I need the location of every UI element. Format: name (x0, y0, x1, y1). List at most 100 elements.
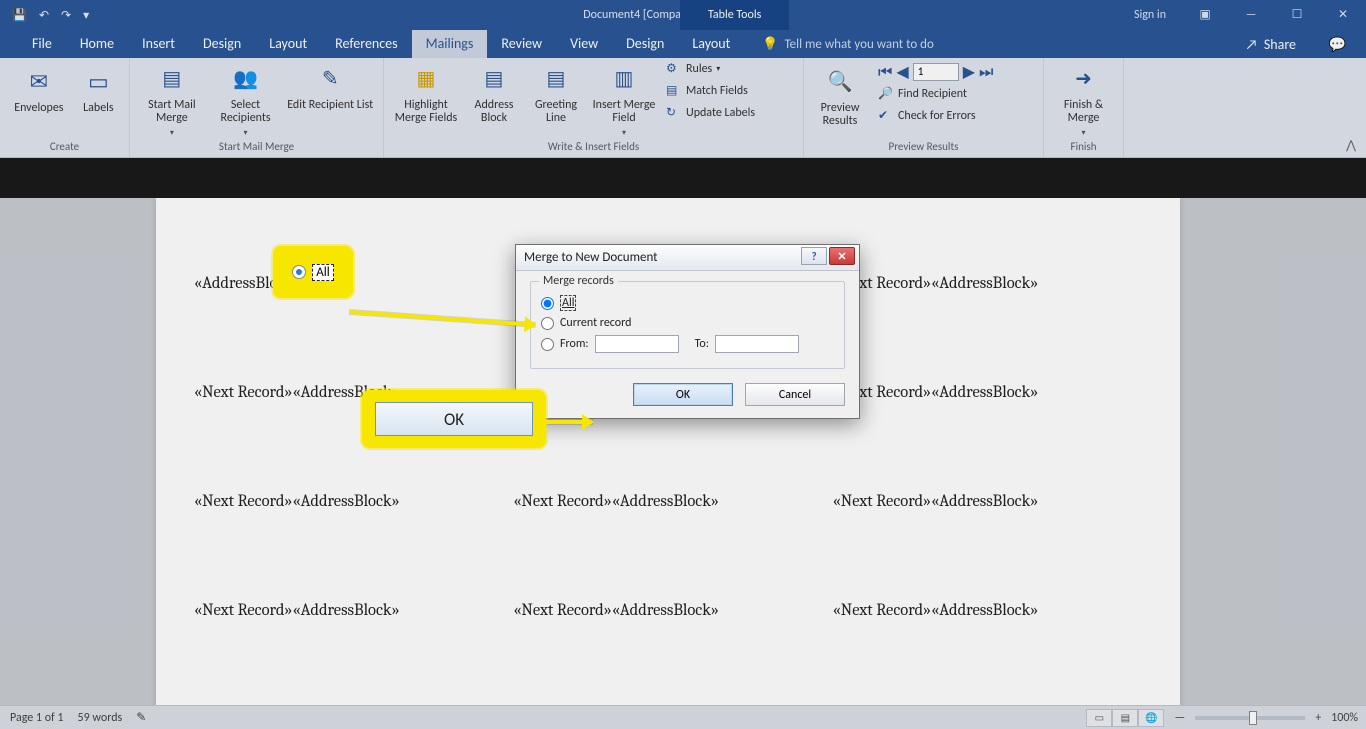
save-icon[interactable] (12, 8, 27, 23)
check-icon (878, 108, 894, 124)
close-icon[interactable]: ✕ (1320, 0, 1366, 30)
find-recipient-button[interactable]: Find Recipient (878, 84, 993, 104)
start-merge-label: Start Mail Merge (136, 99, 208, 125)
finish-merge-button[interactable]: Finish & Merge▾ (1050, 59, 1117, 138)
merge-cell[interactable]: «Next Record»«AddressBlock» (833, 492, 1142, 511)
group-label: Start Mail Merge (136, 138, 377, 155)
tab-mailings[interactable]: Mailings (412, 30, 488, 58)
group-preview-results: Preview Results 1 Find Recipient Check f… (804, 58, 1044, 157)
check-label: Check for Errors (898, 109, 976, 123)
greeting-icon (540, 63, 572, 95)
group-label: Write & Insert Fields (390, 138, 797, 155)
comments-icon[interactable] (1329, 36, 1346, 53)
redo-icon[interactable] (61, 8, 71, 23)
dialog-title-bar[interactable]: Merge to New Document ? ✕ (516, 245, 859, 271)
zoom-level[interactable]: 100% (1331, 711, 1358, 725)
group-label: Create (6, 138, 123, 155)
tab-design[interactable]: Design (189, 30, 255, 58)
qat-more-icon[interactable]: ▾ (83, 8, 89, 23)
to-input[interactable] (715, 335, 799, 353)
tell-me-search[interactable]: Tell me what you want to do (762, 37, 934, 52)
match-icon (666, 83, 682, 99)
tab-table-layout[interactable]: Layout (678, 30, 744, 58)
dialog-close-icon[interactable]: ✕ (829, 247, 855, 265)
radio-all-input[interactable] (541, 297, 554, 310)
tab-file[interactable]: File (18, 30, 66, 58)
address-block-button[interactable]: Address Block (464, 59, 524, 125)
zoom-out-icon[interactable]: — (1174, 711, 1185, 725)
select-recipients-button[interactable]: Select Recipients▾ (210, 59, 282, 138)
envelopes-button[interactable]: Envelopes (6, 62, 72, 115)
title-bar: ▾ Document4 [Compatibility Mode] - Word … (0, 0, 1366, 30)
tab-review[interactable]: Review (487, 30, 556, 58)
tab-home[interactable]: Home (66, 30, 128, 58)
from-input[interactable] (595, 335, 679, 353)
address-icon (478, 63, 510, 95)
last-record-icon[interactable] (979, 63, 993, 82)
check-errors-button[interactable]: Check for Errors (878, 106, 993, 126)
zoom-in-icon[interactable]: + (1315, 711, 1321, 725)
zoom-slider[interactable] (1195, 716, 1305, 720)
record-number-input[interactable]: 1 (913, 63, 959, 81)
tab-insert[interactable]: Insert (128, 30, 189, 58)
highlight-merge-fields-button[interactable]: Highlight Merge Fields (390, 59, 462, 125)
word-count[interactable]: 59 words (78, 711, 123, 725)
window-controls: ▣ — ☐ ✕ (1182, 0, 1366, 30)
read-mode-icon[interactable]: ▭ (1086, 709, 1112, 727)
preview-results-button[interactable]: Preview Results (810, 62, 870, 128)
cancel-button[interactable]: Cancel (745, 383, 845, 406)
edit-recipient-list-button[interactable]: Edit Recipient List (283, 59, 377, 112)
radio-current[interactable]: Current record (541, 316, 834, 330)
radio-from-input[interactable] (541, 338, 554, 351)
tab-view[interactable]: View (556, 30, 612, 58)
edit-list-label: Edit Recipient List (287, 99, 373, 112)
merge-cell[interactable]: «AddressBlock» (194, 274, 503, 293)
select-recipients-label: Select Recipients (210, 99, 282, 125)
merge-cell[interactable]: «Next Record»«AddressBlock» (194, 492, 503, 511)
view-buttons: ▭ ▤ 🌐 (1086, 709, 1164, 727)
merge-cell[interactable]: «Next Record»«AddressBlock» (833, 274, 1142, 293)
tab-references[interactable]: References (321, 30, 411, 58)
tell-me-placeholder: Tell me what you want to do (784, 37, 933, 52)
first-record-icon[interactable] (878, 63, 892, 82)
greeting-line-button[interactable]: Greeting Line (526, 59, 586, 125)
ribbon-display-icon[interactable]: ▣ (1182, 0, 1228, 30)
dialog-help-icon[interactable]: ? (801, 247, 827, 265)
maximize-icon[interactable]: ☐ (1274, 0, 1320, 30)
envelope-icon (23, 66, 55, 98)
collapse-ribbon-icon[interactable]: ⋀ (1346, 138, 1356, 153)
page-status[interactable]: Page 1 of 1 (10, 711, 64, 725)
radio-current-label: Current record (560, 316, 631, 330)
merge-cell[interactable]: «Next Record»«AddressBlock» (833, 601, 1142, 620)
rules-button[interactable]: Rules▾ (666, 59, 755, 79)
update-labels-button[interactable]: Update Labels (666, 103, 755, 123)
match-fields-button[interactable]: Match Fields (666, 81, 755, 101)
undo-icon[interactable] (39, 8, 49, 23)
proofing-icon[interactable]: ✎ (136, 710, 146, 725)
start-mail-merge-button[interactable]: Start Mail Merge▾ (136, 59, 208, 138)
tab-table-design[interactable]: Design (612, 30, 678, 58)
print-layout-icon[interactable]: ▤ (1112, 709, 1138, 727)
radio-from[interactable]: From: To: (541, 335, 834, 353)
next-record-icon[interactable] (963, 62, 975, 82)
merge-cell[interactable]: «Next Record»«AddressBlock» (194, 383, 503, 402)
labels-button[interactable]: Labels (74, 62, 123, 115)
share-button[interactable]: Share (1245, 36, 1296, 53)
envelopes-label: Envelopes (14, 102, 63, 115)
share-label: Share (1264, 36, 1296, 53)
ok-button[interactable]: OK (633, 383, 733, 406)
merge-cell[interactable]: «Next Record»«AddressBlock» (833, 383, 1142, 402)
merge-cell[interactable]: «Next Record»«AddressBlock» (513, 492, 822, 511)
merge-cell[interactable]: «Next Record»«AddressBlock» (194, 601, 503, 620)
radio-current-input[interactable] (541, 317, 554, 330)
group-finish: Finish & Merge▾ Finish (1044, 58, 1124, 157)
merge-cell[interactable]: «Next Record»«AddressBlock» (513, 601, 822, 620)
radio-all[interactable]: All (541, 295, 834, 311)
insert-merge-field-button[interactable]: Insert Merge Field▾ (588, 59, 660, 138)
prev-record-icon[interactable] (896, 62, 908, 82)
tab-layout[interactable]: Layout (255, 30, 321, 58)
sign-in-link[interactable]: Sign in (1134, 8, 1166, 22)
update-label: Update Labels (686, 106, 755, 120)
web-layout-icon[interactable]: 🌐 (1138, 709, 1164, 727)
minimize-icon[interactable]: — (1228, 0, 1274, 30)
